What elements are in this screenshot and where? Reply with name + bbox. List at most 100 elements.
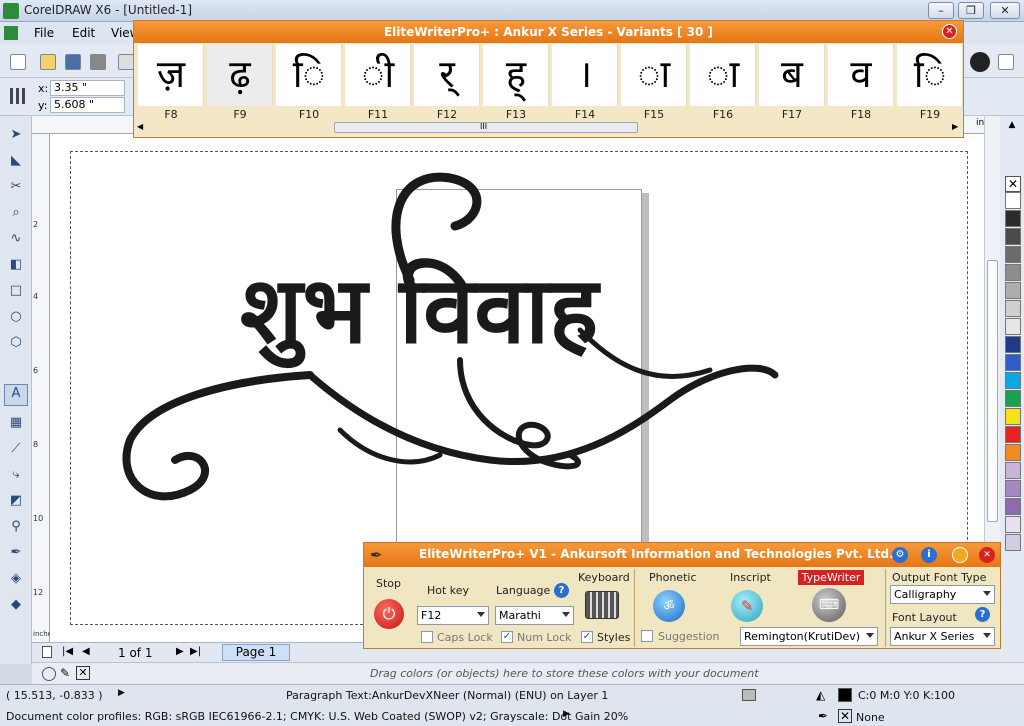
fill-tool-icon[interactable]: ◈ bbox=[7, 570, 25, 588]
palette-swatch[interactable] bbox=[1005, 300, 1021, 317]
language-select[interactable]: Marathi bbox=[495, 606, 574, 625]
typewriter-icon[interactable]: ⌨ bbox=[812, 588, 846, 622]
palette-scroll-up-icon[interactable]: ▲ bbox=[1004, 120, 1020, 130]
palette-swatch[interactable] bbox=[1005, 192, 1021, 209]
outline-color-swatch[interactable]: ✕ bbox=[838, 709, 852, 723]
palette-swatch[interactable] bbox=[1005, 480, 1021, 497]
layout-select[interactable]: Remington(KrutiDev) bbox=[740, 627, 878, 646]
blend-tool-icon[interactable]: ◩ bbox=[7, 492, 25, 510]
fill-color-swatch[interactable] bbox=[838, 688, 852, 702]
restore-button[interactable]: ❐ bbox=[958, 2, 984, 19]
freehand-tool-icon[interactable]: ∿ bbox=[7, 230, 25, 248]
print-icon[interactable] bbox=[90, 54, 106, 70]
variant-cell[interactable]: व bbox=[828, 44, 894, 106]
minimize-button[interactable]: – bbox=[928, 2, 954, 19]
variants-scroll-right-icon[interactable]: ▶ bbox=[952, 122, 958, 131]
eyedropper-tool-icon[interactable]: ⚲ bbox=[7, 518, 25, 536]
writer-close-icon[interactable]: ✕ bbox=[979, 547, 995, 563]
hotkey-select[interactable]: F12 bbox=[417, 606, 489, 625]
profiles-arrow-icon[interactable]: ▶ bbox=[563, 709, 570, 719]
coreldraw-app-icon[interactable] bbox=[3, 3, 19, 19]
table-tool-icon[interactable]: ▦ bbox=[7, 414, 25, 432]
last-page-icon[interactable]: ▶| bbox=[190, 646, 201, 657]
vertical-scroll-thumb[interactable] bbox=[987, 260, 998, 522]
eyedropper-icon[interactable]: ✎ bbox=[60, 666, 70, 680]
palette-swatch[interactable] bbox=[1005, 498, 1021, 515]
y-position-input[interactable]: 5.608 " bbox=[50, 97, 125, 113]
menu-edit[interactable]: Edit bbox=[72, 26, 95, 40]
typewriter-label[interactable]: TypeWriter bbox=[798, 570, 864, 585]
variant-cell[interactable]: र् bbox=[414, 44, 480, 106]
pick-tool-icon[interactable]: ➤ bbox=[7, 126, 25, 144]
palette-menu-icon[interactable] bbox=[42, 667, 56, 681]
variant-cell[interactable]: ी bbox=[345, 44, 411, 106]
variant-cell[interactable]: ह् bbox=[483, 44, 549, 106]
info-icon[interactable]: i bbox=[921, 547, 937, 563]
styles-checkbox[interactable]: ✓ bbox=[581, 631, 593, 643]
rectangle-tool-icon[interactable]: □ bbox=[7, 282, 25, 300]
palette-swatch[interactable] bbox=[1005, 336, 1021, 353]
calligraphy-artwork[interactable]: शुभ विवाह bbox=[110, 160, 790, 530]
variant-cell[interactable]: । bbox=[552, 44, 618, 106]
color-profiles[interactable]: Document color profiles: RGB: sRGB IEC61… bbox=[6, 710, 628, 723]
variant-cell[interactable]: ा bbox=[621, 44, 687, 106]
palette-swatch[interactable] bbox=[1005, 264, 1021, 281]
numlock-checkbox[interactable]: ✓ bbox=[501, 631, 513, 643]
interactive-fill-icon[interactable]: ◆ bbox=[7, 596, 25, 614]
palette-swatch[interactable] bbox=[1005, 228, 1021, 245]
stop-power-button[interactable]: ⏻ bbox=[374, 599, 404, 629]
outline-pen-icon[interactable]: ✒ bbox=[7, 544, 25, 562]
new-document-icon[interactable] bbox=[10, 54, 26, 70]
open-folder-icon[interactable] bbox=[40, 54, 56, 70]
palette-swatch[interactable] bbox=[1005, 390, 1021, 407]
variant-cell[interactable]: ि bbox=[897, 44, 963, 106]
variant-cell[interactable]: ढ़ bbox=[207, 44, 273, 106]
palette-swatch[interactable] bbox=[1005, 444, 1021, 461]
add-page-icon[interactable] bbox=[42, 646, 52, 658]
font-layout-select[interactable]: Ankur X Series bbox=[890, 627, 995, 646]
document-icon[interactable] bbox=[742, 689, 756, 701]
palette-swatch[interactable] bbox=[1005, 282, 1021, 299]
variants-scroll-left-icon[interactable]: ◀ bbox=[137, 122, 143, 131]
output-font-type-select[interactable]: Calligraphy bbox=[890, 585, 995, 604]
vertical-ruler[interactable]: 2 4 6 8 10 12 inches bbox=[32, 134, 50, 644]
options-icon[interactable] bbox=[998, 54, 1014, 70]
menu-file[interactable]: File bbox=[34, 26, 54, 40]
page-tab[interactable]: Page 1 bbox=[222, 644, 290, 661]
variants-scrollbar[interactable]: III bbox=[334, 122, 638, 133]
inscript-icon[interactable]: ✎ bbox=[731, 590, 763, 622]
variant-cell[interactable]: ब bbox=[759, 44, 825, 106]
suggestion-checkbox[interactable] bbox=[641, 630, 653, 642]
x-position-input[interactable]: 3.35 " bbox=[50, 80, 125, 96]
capslock-checkbox[interactable] bbox=[421, 631, 433, 643]
phonetic-icon[interactable]: ॐ bbox=[653, 590, 685, 622]
font-layout-help-icon[interactable]: ? bbox=[975, 607, 990, 622]
close-button[interactable]: ✕ bbox=[990, 2, 1020, 19]
first-page-icon[interactable]: |◀ bbox=[62, 646, 73, 657]
palette-swatch[interactable] bbox=[1005, 372, 1021, 389]
palette-swatch[interactable] bbox=[1005, 534, 1021, 551]
connector-tool-icon[interactable]: ⤷ bbox=[7, 466, 25, 484]
crop-tool-icon[interactable]: ✂ bbox=[7, 178, 25, 196]
minimize-icon[interactable] bbox=[952, 547, 968, 563]
palette-swatch[interactable] bbox=[1005, 210, 1021, 227]
doc-no-color-swatch[interactable]: ✕ bbox=[76, 666, 90, 680]
text-tool-icon[interactable]: A bbox=[4, 384, 28, 406]
palette-swatch[interactable] bbox=[1005, 516, 1021, 533]
dimension-tool-icon[interactable]: ⟋ bbox=[7, 440, 25, 458]
save-icon[interactable] bbox=[65, 54, 81, 70]
doc-icon[interactable] bbox=[4, 26, 18, 40]
cut-icon[interactable] bbox=[118, 54, 134, 70]
palette-swatch[interactable] bbox=[1005, 246, 1021, 263]
language-help-icon[interactable]: ? bbox=[554, 583, 569, 598]
keyboard-icon[interactable] bbox=[585, 591, 619, 619]
snap-toggle-icon[interactable] bbox=[970, 52, 990, 72]
variants-close-icon[interactable]: ✕ bbox=[942, 24, 957, 39]
palette-swatch[interactable] bbox=[1005, 318, 1021, 335]
zoom-tool-icon[interactable]: ⌕ bbox=[7, 204, 25, 222]
object-origin-icon[interactable] bbox=[10, 88, 26, 104]
smart-fill-icon[interactable]: ◧ bbox=[7, 256, 25, 274]
palette-swatch[interactable] bbox=[1005, 426, 1021, 443]
shape-tool-icon[interactable]: ◣ bbox=[7, 152, 25, 170]
ellipse-tool-icon[interactable]: ○ bbox=[7, 308, 25, 326]
